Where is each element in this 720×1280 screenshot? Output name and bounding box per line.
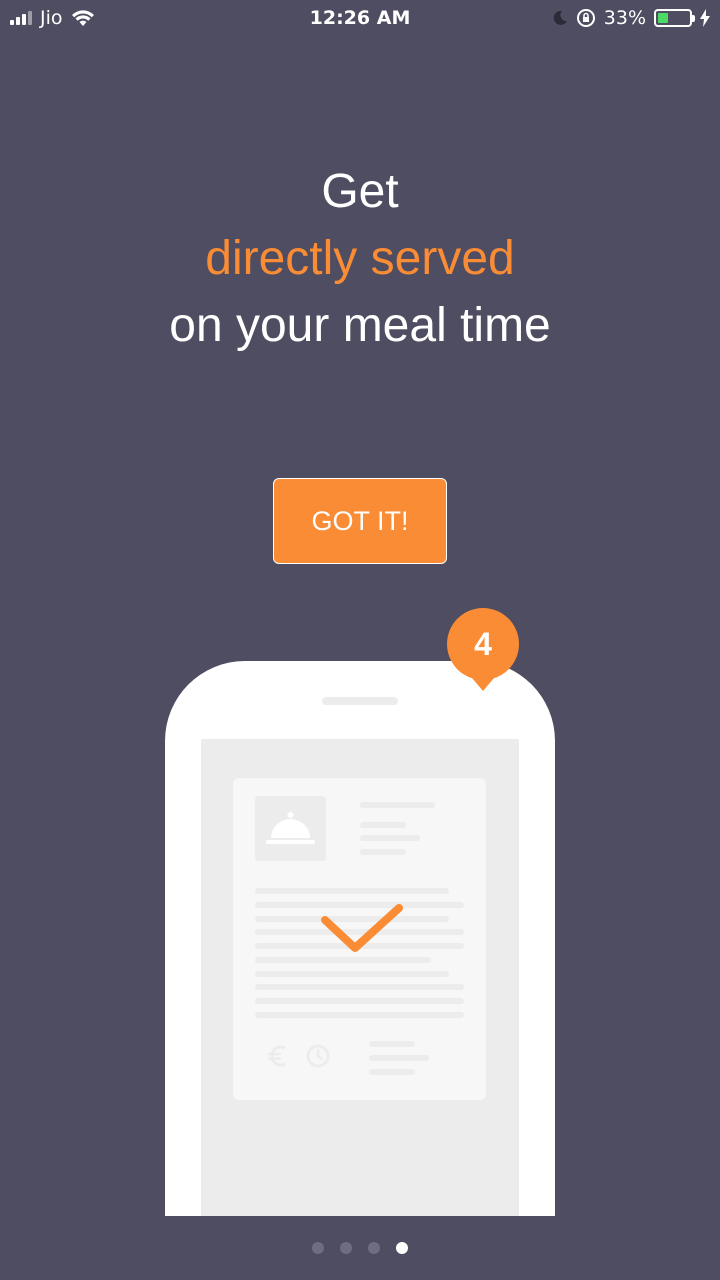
headline-line-1: Get	[321, 165, 399, 218]
card-text-line	[255, 998, 464, 1004]
food-cloche-icon	[266, 812, 315, 844]
card-text-line	[255, 888, 449, 894]
status-right: 33%	[552, 7, 710, 29]
battery-icon	[654, 9, 695, 27]
card-text-line	[255, 1012, 464, 1018]
phone-speaker	[322, 697, 398, 705]
charging-icon	[700, 9, 710, 27]
card-footer-line	[369, 1055, 429, 1061]
page-dot[interactable]	[396, 1242, 408, 1254]
phone-illustration	[165, 661, 555, 1216]
euro-icon	[268, 1045, 286, 1067]
rotation-lock-icon	[576, 9, 595, 27]
card-text-line	[255, 971, 449, 977]
card-footer-line	[369, 1069, 415, 1075]
page-dot[interactable]	[368, 1242, 380, 1254]
card-footer-line	[369, 1041, 415, 1047]
page-dot[interactable]	[312, 1242, 324, 1254]
card-line	[360, 849, 406, 855]
headline-line-2: directly served	[205, 232, 515, 285]
signal-icon	[10, 11, 32, 25]
wifi-icon	[71, 10, 94, 26]
order-card	[233, 778, 486, 1100]
battery-percent: 33%	[603, 7, 646, 29]
headline-line-3: on your meal time	[169, 299, 551, 352]
phone-screen	[201, 739, 519, 1216]
clock-icon	[306, 1044, 330, 1068]
page-indicator[interactable]	[0, 1242, 720, 1254]
carrier-label: Jio	[40, 7, 63, 29]
card-text-line	[255, 984, 464, 990]
status-left: Jio	[10, 7, 95, 29]
status-bar: Jio 12:26 AM 33%	[0, 0, 720, 36]
onboarding-headline: Get directly served on your meal time	[0, 158, 720, 359]
step-badge-number: 4	[474, 625, 492, 662]
page-dot[interactable]	[340, 1242, 352, 1254]
card-line	[360, 822, 406, 828]
food-thumbnail	[255, 796, 326, 861]
card-line	[360, 835, 420, 841]
moon-icon	[553, 10, 567, 25]
got-it-button[interactable]: GOT IT!	[273, 478, 447, 564]
card-line	[360, 802, 435, 808]
step-badge: 4	[447, 608, 519, 692]
checkmark-icon	[321, 904, 403, 952]
